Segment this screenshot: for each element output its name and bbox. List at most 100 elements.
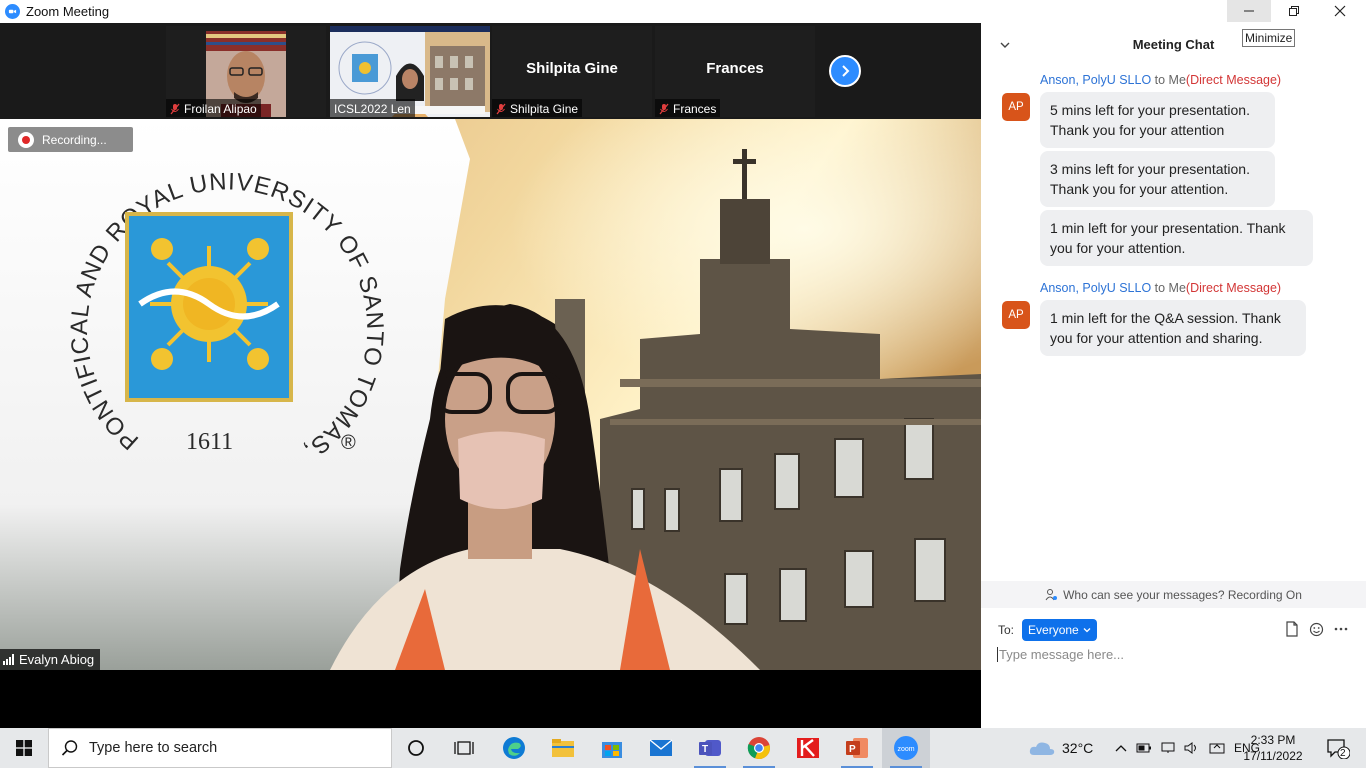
restore-button[interactable] [1272,0,1316,22]
notification-count: 2 [1340,748,1346,759]
speaker-name: Evalyn Abiog [19,652,95,667]
chat-sender-line: Anson, PolyU SLLO to Me(Direct Message) [1040,281,1281,295]
chat-message-input[interactable] [997,647,1347,662]
file-explorer-icon[interactable] [539,728,587,768]
restore-icon [1289,6,1299,16]
svg-text:P: P [849,744,856,755]
record-icon [18,131,34,148]
kaspersky-icon[interactable] [784,728,832,768]
to-label: To: [998,623,1015,637]
minimize-button[interactable] [1227,0,1271,22]
recipient-dropdown[interactable]: Everyone [1022,619,1097,641]
close-button[interactable] [1318,0,1362,22]
battery-icon[interactable] [1136,742,1152,754]
chat-message[interactable]: 3 mins left for your presentation. Thank… [1040,151,1275,207]
file-icon[interactable] [1285,621,1299,637]
chat-sender-line: Anson, PolyU SLLO to Me(Direct Message) [1040,73,1281,87]
weather-temperature: 32°C [1062,740,1094,756]
speaker-virtual-background: PONTIFICAL AND ROYAL UNIVERSITY OF SANTO… [0,119,981,670]
chat-privacy-note[interactable]: Who can see your messages? Recording On [981,581,1366,608]
window-title: Zoom Meeting [26,4,110,19]
minimize-icon [1244,10,1254,12]
recording-label: Recording... [42,132,107,147]
avatar: AP [1002,93,1030,121]
zoom-window: Zoom Meeting Minimize Froilan Alipao ICS… [0,0,1366,768]
participant-tile-froilan[interactable]: Froilan Alipao [166,26,326,117]
next-participants-button[interactable] [829,55,861,87]
participant-name-label: ICSL2022 Len [330,99,415,117]
mic-muted-icon [496,103,506,115]
svg-text:zoom: zoom [898,746,915,753]
recording-indicator[interactable]: Recording... [8,127,133,152]
participant-name: Shilpita Gine [510,102,579,116]
chrome-icon[interactable] [735,728,783,768]
participant-name-label: Frances [655,99,721,117]
chevron-up-icon[interactable] [1115,743,1127,753]
clock-date: 17/11/2022 [1243,749,1303,763]
more-icon[interactable] [1334,626,1348,632]
chat-header: Meeting Chat [981,23,1366,67]
chat-message[interactable]: 5 mins left for your presentation. Thank… [1040,92,1275,148]
teams-icon[interactable]: T [686,728,734,768]
privacy-note-text: Who can see your messages? Recording On [1063,587,1302,602]
participant-tile-shilpita[interactable]: Shilpita Gine Shilpita Gine [492,26,652,117]
powerpoint-icon[interactable]: P [833,728,881,768]
chevron-down-icon [1083,628,1091,633]
chat-message[interactable]: 1 min left for the Q&A session. Thank yo… [1040,300,1306,356]
clock-time: 2:33 PM [1250,733,1296,747]
avatar: AP [1002,301,1030,329]
system-tray: ENG [1115,728,1260,768]
participant-name: ICSL2022 Len [334,102,411,116]
participant-name-label: Shilpita Gine [492,99,583,117]
zoom-logo-icon [5,4,20,19]
recipient-row: To: Everyone [998,619,1097,641]
search-placeholder: Type here to search [89,740,218,756]
edge-icon[interactable] [490,728,538,768]
notification-icon [1327,739,1350,759]
participant-tile-frances[interactable]: Frances Frances [655,26,815,117]
cloud-icon [1029,742,1055,755]
chat-message[interactable]: 1 min left for your presentation. Thank … [1040,210,1313,266]
notifications-button[interactable]: 2 [1318,728,1358,768]
store-icon[interactable] [588,728,636,768]
sender-name[interactable]: Anson, PolyU SLLO [1040,281,1151,295]
title-bar: Zoom Meeting [0,0,1366,23]
participant-display-name: Shilpita Gine [526,60,618,77]
sender-name[interactable]: Anson, PolyU SLLO [1040,73,1151,87]
participant-name-label: Froilan Alipao [166,99,261,117]
minimize-tooltip: Minimize [1242,29,1296,47]
network-icon[interactable] [1161,742,1175,754]
signal-strength-icon [3,654,14,665]
participant-name: Frances [673,102,717,116]
weather-widget[interactable]: 32°C [1028,728,1093,768]
chat-tools [1285,621,1348,637]
chat-title: Meeting Chat [1132,37,1215,52]
search-icon [61,740,78,756]
mail-icon[interactable] [637,728,685,768]
direct-message-label: (Direct Message) [1185,73,1282,87]
meeting-area: Froilan Alipao ICSL2022 Len Shilpita Gin… [0,23,981,728]
windows-logo-icon [16,740,32,756]
registered-mark: ® [341,432,356,454]
zoom-icon[interactable]: zoom [882,728,930,768]
taskbar-search-box[interactable]: Type here to search [48,728,392,768]
chevron-right-icon [842,65,850,77]
svg-text:T: T [702,744,708,755]
active-speaker-video: PONTIFICAL AND ROYAL UNIVERSITY OF SANTO… [0,119,981,670]
taskbar-clock[interactable]: 2:33 PM 17/11/2022 [1242,732,1304,764]
participant-display-name: Frances [706,60,764,77]
cortana-icon[interactable] [392,728,440,768]
close-icon [1334,5,1346,17]
emoji-icon[interactable] [1309,622,1324,637]
recipient-text: to Me [1154,73,1186,87]
task-view-icon[interactable] [440,728,488,768]
mic-muted-icon [659,103,669,115]
volume-icon[interactable] [1184,742,1200,754]
recipient-text: to Me [1154,281,1186,295]
start-button[interactable] [0,728,48,768]
meet-now-icon[interactable] [1209,741,1225,755]
participant-name: Froilan Alipao [184,102,257,116]
mic-muted-icon [170,103,180,115]
recipient-value: Everyone [1028,623,1079,637]
participant-tile-icsl2022[interactable]: ICSL2022 Len [330,26,490,117]
